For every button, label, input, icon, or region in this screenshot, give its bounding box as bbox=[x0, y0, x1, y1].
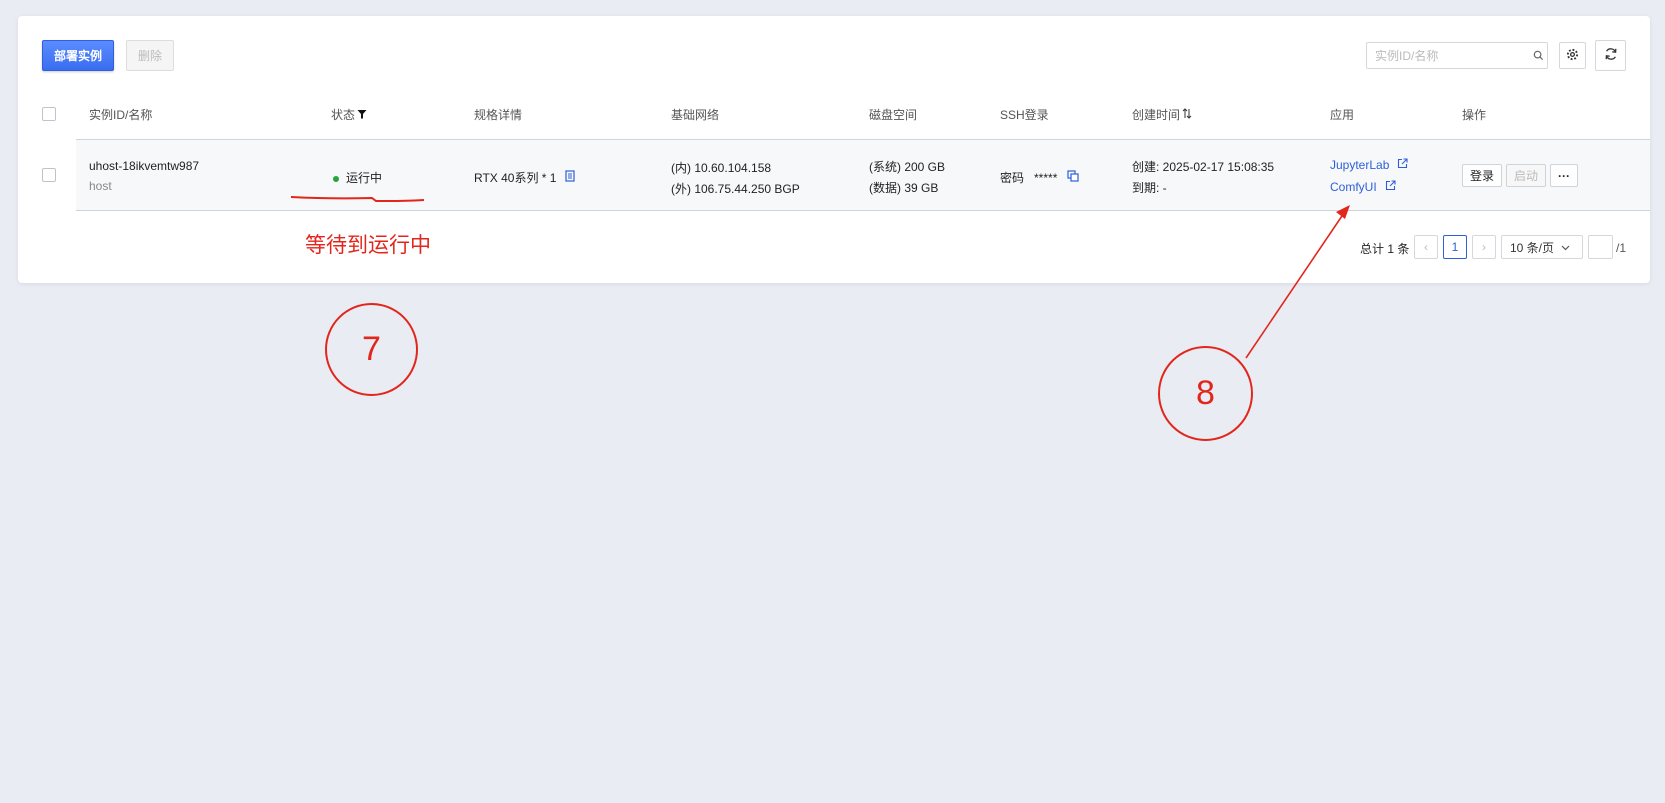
arrow-line bbox=[1245, 209, 1347, 359]
step-7-marker: 7 bbox=[325, 303, 418, 396]
arrow-head bbox=[1336, 205, 1350, 219]
annotation-note: 等待到运行中 bbox=[305, 234, 431, 257]
annotation-overlay bbox=[290, 196, 1350, 359]
step-8-marker: 8 bbox=[1158, 346, 1253, 441]
status-underline bbox=[290, 196, 425, 202]
